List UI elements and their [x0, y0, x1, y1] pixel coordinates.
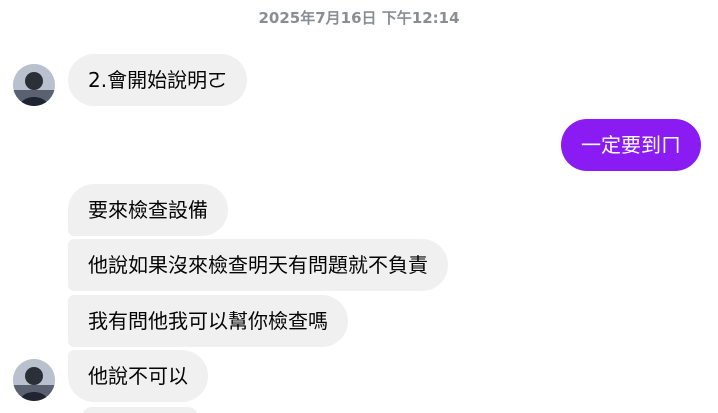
incoming-message[interactable]: 他說如果沒來檢查明天有問題就不負責 — [68, 239, 448, 291]
incoming-message[interactable]: 2.會開始說明ㄛ — [68, 54, 248, 106]
chat-thread: 2025年7月16日 下午12:14 2.會開始說明ㄛ 一定要到ㄇ 要來檢查設備… — [0, 0, 718, 413]
incoming-message[interactable]: 我有問他我可以幫你檢查嗎 — [68, 295, 348, 347]
message-timestamp: 2025年7月16日 下午12:14 — [258, 9, 460, 27]
outgoing-message[interactable]: 一定要到ㄇ — [561, 119, 701, 171]
incoming-message[interactable]: 要來檢查設備 — [68, 184, 228, 236]
incoming-message-partial — [82, 407, 198, 413]
contact-avatar[interactable] — [13, 359, 55, 401]
contact-avatar[interactable] — [13, 64, 55, 106]
incoming-message[interactable]: 他說不可以 — [68, 350, 208, 402]
